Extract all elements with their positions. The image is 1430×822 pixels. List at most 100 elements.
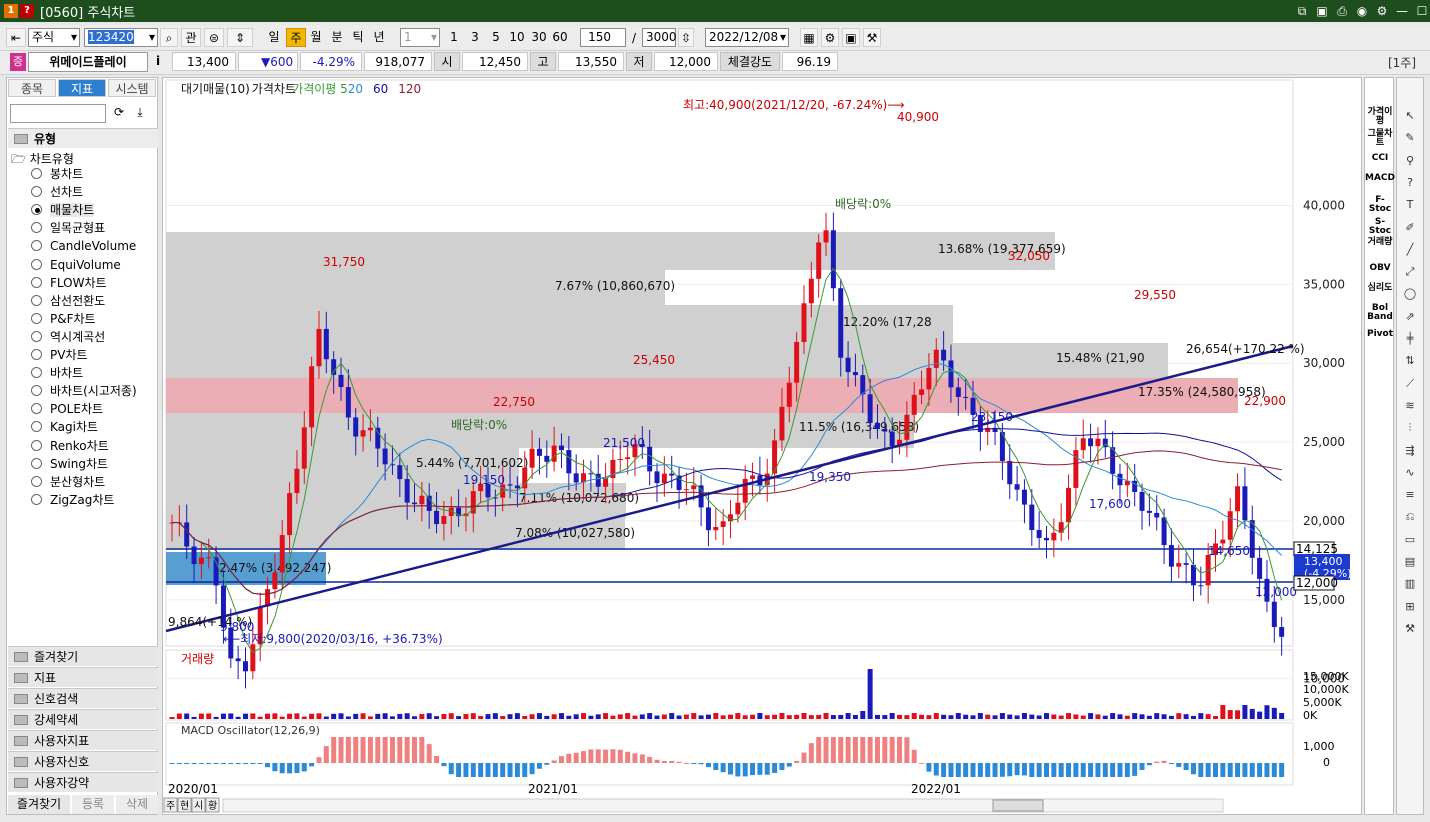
table-icon[interactable]: ▤ — [1400, 554, 1420, 570]
period-tick[interactable]: 틱 — [348, 28, 368, 47]
refresh-icon[interactable]: ⟳ — [111, 105, 127, 122]
num-3-button[interactable]: 3 — [466, 28, 484, 47]
indicator-1[interactable]: 그물차트 — [1365, 130, 1395, 148]
pointer-icon[interactable]: ↖ — [1400, 108, 1420, 124]
help-icon[interactable]: ? — [1400, 175, 1420, 191]
indicator-8[interactable]: 심리도 — [1365, 284, 1395, 293]
period-minute[interactable]: 분 — [327, 28, 347, 47]
folder-3[interactable]: 강세약세 — [8, 709, 158, 729]
tab-system[interactable]: 시스템 — [108, 79, 156, 97]
chart-type-5[interactable]: EquiVolume — [31, 257, 121, 273]
undo-icon[interactable]: ⎌ — [1400, 509, 1420, 525]
download-icon[interactable]: ⤓ — [132, 105, 148, 122]
tools-icon[interactable]: ⚒ — [863, 28, 881, 47]
chart-type-14[interactable]: Kagi차트 — [31, 419, 98, 435]
search-input[interactable] — [10, 104, 106, 123]
market-select[interactable]: 주식 ▾ — [28, 28, 80, 47]
updown-icon[interactable]: ⇅ — [1400, 353, 1420, 369]
delete-button[interactable]: 삭제 — [116, 795, 158, 814]
chart-type-16[interactable]: Swing차트 — [31, 456, 108, 472]
chart-type-17[interactable]: 분산형차트 — [31, 474, 105, 490]
date-input[interactable]: 2022/12/08 ▾ — [705, 28, 789, 47]
camera-icon[interactable]: ◉ — [1354, 3, 1370, 19]
register-button[interactable]: 등록 — [72, 795, 114, 814]
help-badge[interactable]: ? — [20, 4, 34, 18]
num-30-button[interactable]: 30 — [529, 28, 549, 47]
updown-icon[interactable]: ⇕ — [227, 28, 253, 47]
tab-stocks[interactable]: 종목 — [8, 79, 56, 97]
print-icon[interactable]: ⎙ — [1334, 3, 1350, 19]
num-10-button[interactable]: 10 — [507, 28, 527, 47]
minimize-icon[interactable]: — — [1394, 3, 1410, 19]
fib-icon[interactable]: ⇗ — [1400, 309, 1420, 325]
chart-area[interactable]: 40,000 35,000 30,000 25,000 20,000 15,000 10,0… — [162, 77, 1362, 815]
indicator-3[interactable]: MACD — [1365, 174, 1395, 183]
link-icon[interactable]: ⊜ — [204, 28, 224, 47]
info-icon[interactable]: i — [156, 54, 160, 68]
chart-type-8[interactable]: P&F차트 — [31, 311, 96, 327]
gear-icon[interactable]: ⚙ — [1374, 3, 1390, 19]
chart-settings-icon[interactable]: ▦ — [800, 28, 818, 47]
tab-indicators[interactable]: 지표 — [58, 79, 106, 97]
chart-type-3[interactable]: 일목균형표 — [31, 220, 105, 236]
brush-icon[interactable]: ✐ — [1400, 220, 1420, 236]
indicator-5[interactable]: S-Stoc — [1365, 218, 1395, 236]
stock-name[interactable]: 위메이드플레이 — [28, 52, 148, 72]
chart-type-4[interactable]: CandleVolume — [31, 238, 136, 254]
folder-4[interactable]: 사용자지표 — [8, 730, 158, 750]
pen-icon[interactable]: ✎ — [1400, 130, 1420, 146]
trend-icon[interactable]: ⟋ — [1400, 376, 1420, 392]
chart-type-7[interactable]: 삼선전환도 — [31, 293, 105, 309]
section-type[interactable]: 유형 — [8, 128, 158, 148]
chart-type-0[interactable]: 봉차트 — [31, 166, 83, 182]
chart-type-2[interactable]: 매물차트 — [31, 202, 95, 218]
period-day[interactable]: 일 — [264, 28, 284, 47]
indicator-2[interactable]: CCI — [1365, 154, 1395, 163]
chart-type-6[interactable]: FLOW차트 — [31, 275, 107, 291]
column-icon[interactable]: ▥ — [1400, 576, 1420, 592]
gwan-button[interactable]: 관 — [181, 28, 201, 47]
count-input[interactable]: 150 — [580, 28, 626, 47]
maximize-icon[interactable]: ☐ — [1414, 3, 1430, 19]
code-input[interactable]: 123420 ▾ — [84, 28, 158, 47]
search-icon[interactable]: ⌕ — [160, 28, 178, 47]
line-icon[interactable]: ╱ — [1400, 242, 1420, 258]
price-chart-svg[interactable]: 40,000 35,000 30,000 25,000 20,000 15,000 10,0… — [163, 78, 1363, 816]
indicator-9[interactable]: Bol Band — [1365, 304, 1395, 322]
num-60-button[interactable]: 60 — [550, 28, 570, 47]
tools-icon[interactable]: ⚒ — [1400, 621, 1420, 637]
stepper-icon[interactable]: ⇳ — [678, 28, 694, 47]
folder-2[interactable]: 신호검색 — [8, 688, 158, 708]
chart-type-10[interactable]: PV차트 — [31, 347, 88, 363]
chart-type-1[interactable]: 선차트 — [31, 184, 83, 200]
chart-type-11[interactable]: 바차트 — [31, 365, 83, 381]
num-1-button[interactable]: 1 — [445, 28, 463, 47]
folder-1[interactable]: 지표 — [8, 667, 158, 687]
chart-type-12[interactable]: 바차트(시고저종) — [31, 383, 137, 399]
search-icon[interactable]: ⚲ — [1400, 153, 1420, 169]
fan-icon[interactable]: ⇶ — [1400, 443, 1420, 459]
folder-0[interactable]: 즐겨찾기 — [8, 646, 158, 666]
rect-icon[interactable]: ▭ — [1400, 532, 1420, 548]
indicator-10[interactable]: Pivot — [1365, 330, 1395, 339]
interval-select[interactable]: 1 ▾ — [400, 28, 440, 47]
indicator-0[interactable]: 가격이평 — [1365, 108, 1395, 126]
grid-icon[interactable]: ╪ — [1400, 331, 1420, 347]
indicator-7[interactable]: OBV — [1365, 264, 1395, 273]
save-icon[interactable]: ▣ — [1314, 3, 1330, 19]
period-week[interactable]: 주 — [286, 28, 306, 47]
favorites-button[interactable]: 즐겨찾기 — [8, 795, 70, 814]
num-5-button[interactable]: 5 — [487, 28, 505, 47]
folder-5[interactable]: 사용자신호 — [8, 751, 158, 771]
period-year[interactable]: 년 — [369, 28, 389, 47]
chart-type-13[interactable]: POLE차트 — [31, 401, 103, 417]
bars-icon[interactable]: ⫶ — [1400, 420, 1420, 436]
layout-icon[interactable]: ⊞ — [1400, 599, 1420, 615]
total-input[interactable]: 3000 — [642, 28, 677, 47]
indicator-6[interactable]: 거래량 — [1365, 238, 1395, 247]
lines-icon[interactable]: ≡ — [1400, 487, 1420, 503]
chart-type-9[interactable]: 역시계곡선 — [31, 329, 105, 345]
prev-icon[interactable]: ⇤ — [6, 28, 26, 47]
arrow-icon[interactable]: ⤢ — [1400, 264, 1420, 280]
text-icon[interactable]: T — [1400, 197, 1420, 213]
